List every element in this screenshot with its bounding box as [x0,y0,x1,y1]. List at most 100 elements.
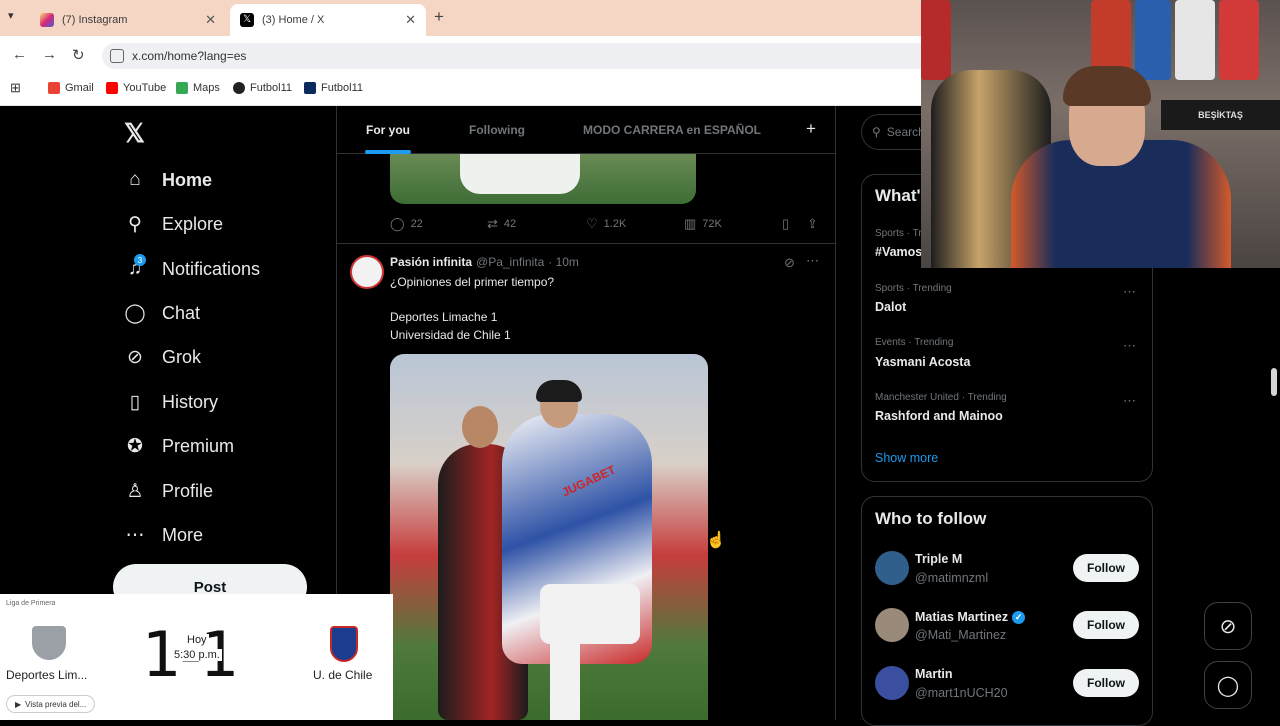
apps-grid-icon[interactable]: ⊞ [10,80,21,95]
reload-icon[interactable]: ↻ [72,46,85,64]
trend-more-icon[interactable]: ⋯ [1123,393,1137,409]
grok-icon[interactable]: ⊘ [784,255,795,271]
address-bar[interactable]: x.com/home?lang=es [102,43,921,69]
bookmark-futbol11[interactable]: Futbol11 [233,81,292,95]
sidebar-item-profile[interactable]: ♙ Profile [124,477,213,505]
tab-search-chevron-icon[interactable]: ▾ [8,9,14,22]
previous-tweet-image[interactable] [390,154,696,204]
hand-cursor-icon: ☝ [706,532,726,549]
trend-meta: Events · Trending [875,337,954,348]
chat-icon: ◯ [1216,674,1240,697]
tweet-time[interactable]: · 10m [548,255,579,269]
sidebar-item-premium[interactable]: ✪ Premium [124,432,234,460]
trend-more-icon[interactable]: ⋯ [1123,284,1137,300]
bookmark-futbol11-2[interactable]: Futbol11 [304,81,363,95]
bookmark-gmail[interactable]: Gmail [48,81,94,95]
more-options-icon[interactable]: ⋯ [806,253,819,269]
views-button[interactable]: ▥ 72K [684,216,722,232]
tab-modo-carrera[interactable]: MODO CARRERA en ESPAÑOL [583,123,761,137]
avatar[interactable] [350,255,384,289]
search-icon: ⚲ [872,125,881,139]
person-icon: ♙ [126,480,144,502]
trend-more-icon[interactable]: ⋯ [1123,338,1137,354]
home-team-name: Deportes Lim... [6,668,88,682]
avatar[interactable] [875,666,909,700]
tweet-divider [337,243,835,244]
trend-name[interactable]: Rashford and Mainoo [875,409,1003,423]
bookmark-icon: ▯ [129,391,141,413]
bookmark-youtube[interactable]: YouTube [106,81,166,95]
new-tab-button[interactable]: + [434,7,444,27]
tweet-image[interactable]: JUGABET [390,354,708,720]
follow-name[interactable]: Triple M [915,552,962,566]
browser-tab-x[interactable]: 𝕏 (3) Home / X ✕ [230,4,426,36]
sidebar-item-more[interactable]: ⋯ More [124,521,204,549]
like-button[interactable]: ♡ 1.2K [586,216,626,232]
follow-button[interactable]: Follow [1073,554,1139,582]
messages-fab-button[interactable]: ◯ [1204,661,1252,709]
wall-shirt [1219,0,1259,80]
repost-button[interactable]: ⇄ 42 [487,216,516,232]
back-arrow-icon[interactable]: ← [12,46,27,63]
follow-handle: @mart1nUCH20 [915,686,1008,700]
away-team-name: U. de Chile [313,668,373,682]
browser-tab-instagram[interactable]: (7) Instagram ✕ [30,4,226,36]
follow-button[interactable]: Follow [1073,611,1139,639]
x-logo-icon[interactable]: 𝕏 [124,118,145,149]
player-figure [540,584,640,644]
close-tab-icon[interactable]: ✕ [205,12,216,28]
who-to-follow-title: Who to follow [875,509,987,528]
bookmark-button[interactable]: ▯ [782,216,795,232]
avatar[interactable] [875,551,909,585]
sidebar-item-grok[interactable]: ⊘ Grok [124,343,201,371]
tweet-header: Pasión infinita @Pa_infinita · 10m [390,255,579,269]
follow-name[interactable]: Martin [915,667,953,681]
tab-following[interactable]: Following [469,123,525,137]
trend-name[interactable]: Dalot [875,300,906,314]
sidebar-item-history[interactable]: ▯ History [124,388,218,416]
bookmark-maps[interactable]: Maps [176,81,220,95]
futbol11-icon [304,82,316,94]
trend-name[interactable]: Yasmani Acosta [875,355,970,369]
preview-button[interactable]: ▶ Vista previa del... [6,695,96,713]
active-tab-indicator [365,150,411,154]
site-info-icon[interactable] [110,49,124,63]
show-more-link[interactable]: Show more [875,451,938,465]
home-crest-icon [32,626,66,660]
close-tab-icon[interactable]: ✕ [405,12,416,28]
reply-button[interactable]: ◯ 22 [390,216,423,232]
trend-name[interactable]: #Vamos [875,245,922,259]
tweet-text-line: Universidad de Chile 1 [390,328,511,342]
player-figure [550,640,580,720]
league-name: Liga de Primera [6,600,56,607]
follow-handle: @matimnzml [915,571,989,585]
tweet-author-handle[interactable]: @Pa_infinita [476,255,544,269]
tweet-text-line: ¿Opiniones del primer tiempo? [390,275,555,289]
player-figure [462,406,498,448]
heart-icon: ♡ [586,216,598,231]
search-input[interactable]: ⚲ Search [861,114,925,150]
globe-icon [233,82,245,94]
instagram-icon [40,13,54,27]
sidebar-item-home[interactable]: ⌂ Home [124,166,212,194]
more-icon: ⋯ [125,524,145,546]
tab-title: (7) Instagram [62,14,128,26]
sidebar-item-chat[interactable]: ◯ Chat [124,299,200,327]
grok-fab-button[interactable]: ⊘ [1204,602,1252,650]
avatar[interactable] [875,608,909,642]
home-icon: ⌂ [129,169,141,190]
sidebar-item-notifications[interactable]: ♫ 3 Notifications [124,254,260,283]
follow-button[interactable]: Follow [1073,669,1139,697]
scrollbar-thumb[interactable] [1271,368,1277,396]
grok-icon: ⊘ [1219,615,1237,638]
tweet-author-name[interactable]: Pasión infinita [390,255,472,269]
share-button[interactable]: ⇪ [807,216,824,232]
follow-name[interactable]: Matias Martinez ✓ [915,610,1026,624]
forward-arrow-icon[interactable]: → [42,46,57,63]
sidebar-item-explore[interactable]: ⚲ Explore [124,210,223,238]
follow-handle: @Mati_Martinez [915,628,1007,642]
add-tab-button[interactable]: + [806,119,816,139]
chat-icon: ◯ [124,302,146,324]
tab-for-you[interactable]: For you [366,123,410,137]
away-crest-icon [330,626,358,662]
